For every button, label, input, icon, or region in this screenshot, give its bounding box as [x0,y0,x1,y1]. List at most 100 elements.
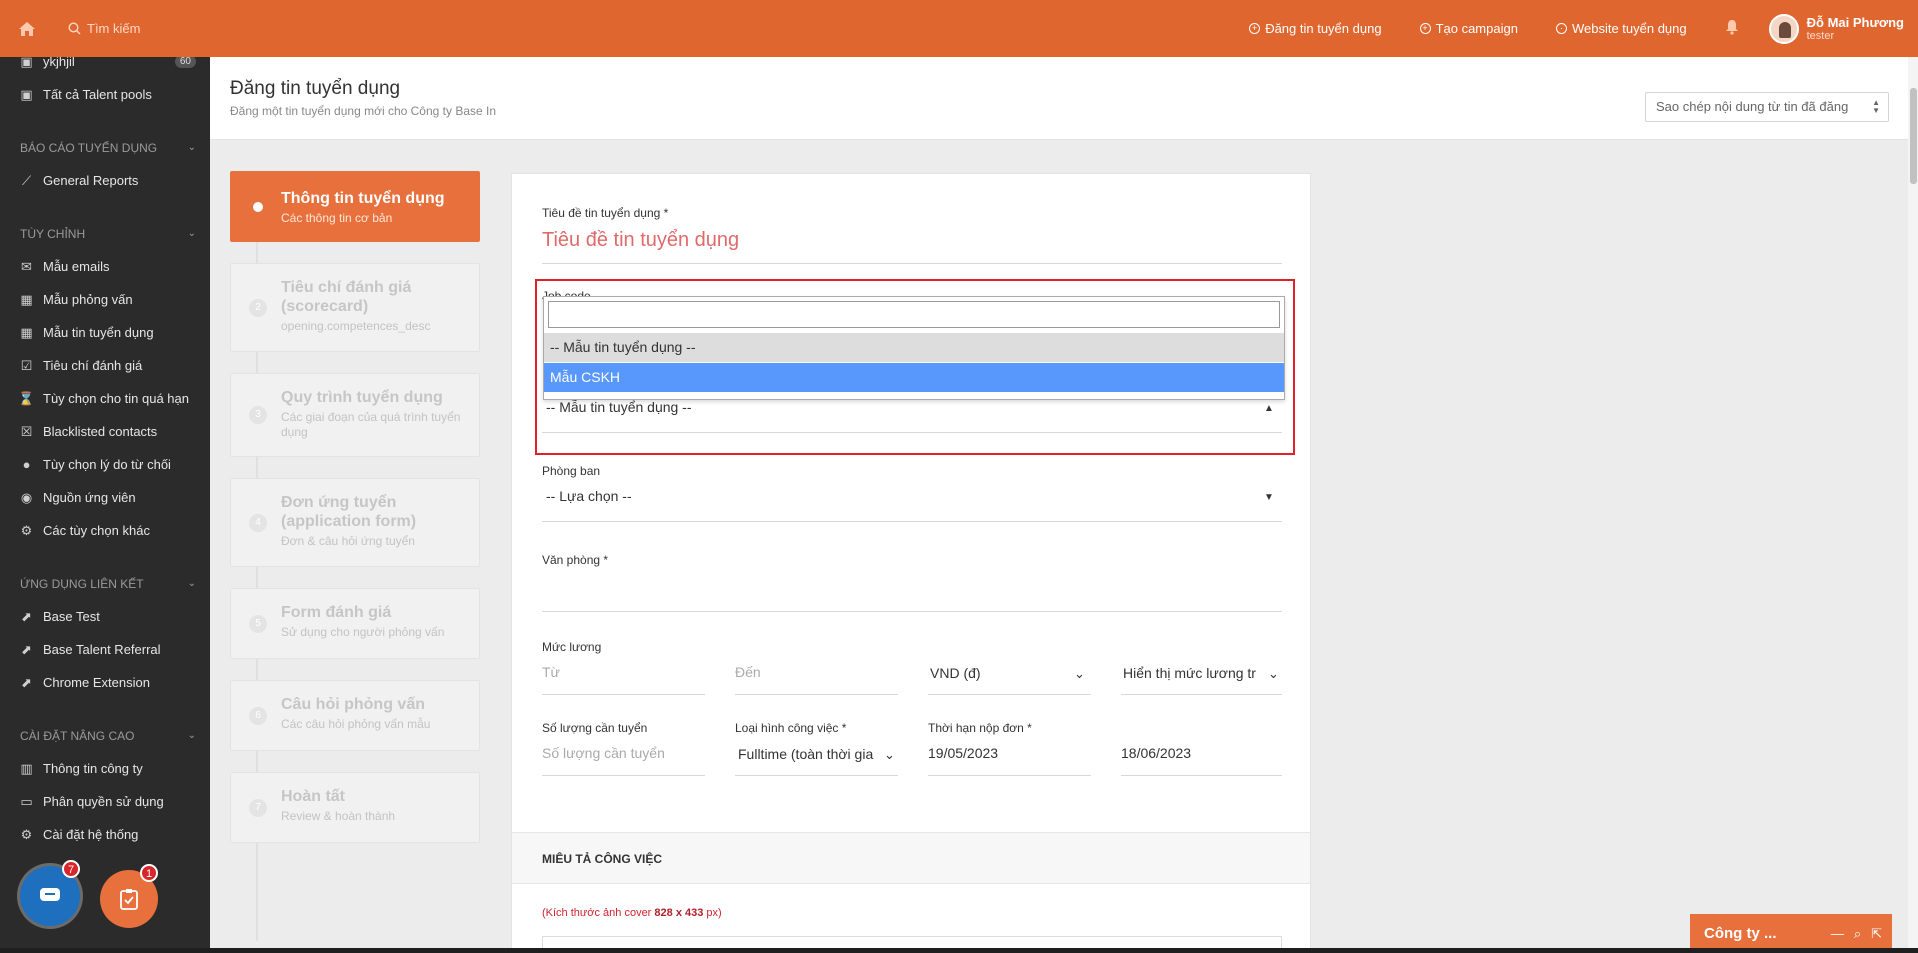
search-icon[interactable]: ⌕ [1854,926,1861,942]
sidebar-item-label: Phân quyền sử dụng [43,794,164,809]
sidebar-section-advanced[interactable]: CÀI ĐẶT NÂNG CAO ⌄ [0,719,210,752]
deadline-from-input[interactable]: 19/05/2023 [928,745,998,761]
section-title: CÀI ĐẶT NÂNG CAO [20,728,135,743]
sidebar-item-job-templates[interactable]: ▦ Mẫu tin tuyển dụng [0,316,210,349]
sidebar-item-chrome-extension[interactable]: ⬈ Chrome Extension [0,666,210,699]
job-title-input[interactable]: Tiêu đề tin tuyển dụng [542,229,739,252]
job-type-underline [735,775,898,776]
scrollbar-thumb[interactable] [1910,88,1917,184]
chevron-down-icon: ⌄ [884,747,895,762]
bottom-strip [0,948,1918,953]
avatar [1768,13,1799,44]
step-job-info[interactable]: Thông tin tuyển dụng Các thông tin cơ bả… [230,171,480,242]
search-box[interactable]: Tìm kiếm [68,21,140,36]
sidebar-item-email-templates[interactable]: ✉ Mẫu emails [0,250,210,283]
quantity-input[interactable]: Số lượng cần tuyển [542,745,665,761]
sidebar-item-blacklist[interactable]: ☒ Blacklisted contacts [0,415,210,448]
department-label: Phòng ban [542,464,601,478]
sidebar-item-label: Thông tin công ty [43,761,143,776]
sidebar-item-candidate-sources[interactable]: ◉ Nguồn ứng viên [0,481,210,514]
department-select[interactable]: -- Lựa chọn -- [546,488,632,504]
sidebar-item-talent-referral[interactable]: ⬈ Base Talent Referral [0,633,210,666]
cover-note-suffix: px) [703,907,722,919]
step-number: 6 [249,706,267,725]
sidebar-item-talent-pool[interactable]: ▣ ykjhjil 60 [0,57,210,78]
sidebar-item-criteria[interactable]: ☑ Tiêu chí đánh giá [0,349,210,382]
chat-fab[interactable]: 7 [20,860,80,926]
step-scorecard[interactable]: 2 Tiêu chí đánh giá (scorecard) opening.… [230,263,480,352]
copy-from-job-select[interactable]: Sao chép nội dung từ tin đã đăng ▲ ▼ [1645,92,1889,122]
career-site-link[interactable]: · Website tuyển dụng [1555,21,1687,36]
user-menu[interactable]: Đỗ Mai Phương tester [1768,13,1904,44]
post-job-link[interactable]: + Đăng tin tuyển dụng [1249,21,1382,36]
chevron-down-icon: ⌄ [187,578,196,589]
salary-to-underline [735,694,898,695]
bell-icon[interactable] [1725,19,1739,38]
person-icon: ▣ [20,57,33,69]
sidebar-item-company-info[interactable]: ▥ Thông tin công ty [0,752,210,785]
step-number: 3 [249,406,267,424]
quantity-label: Số lượng cần tuyển [542,721,648,735]
sidebar-item-reject-reasons[interactable]: ● Tùy chọn lý do từ chối [0,448,210,481]
create-campaign-link[interactable]: + Tạo campaign [1419,21,1518,36]
sidebar-item-label: Tất cả Talent pools [43,87,152,102]
salary-label: Mức lương [542,640,602,654]
step-desc: Các giai đoạn của quá trình tuyển dụng [281,410,461,439]
job-type-label: Loại hình công việc * [735,721,847,735]
user-name: Đỗ Mai Phương [1806,15,1904,30]
sidebar-section-reports[interactable]: BÁO CÁO TUYỂN DỤNG ⌄ [0,131,210,164]
page-scrollbar[interactable] [1908,57,1918,953]
popout-icon[interactable]: ⇱ [1871,926,1882,942]
salary-from-input[interactable]: Từ [542,664,560,680]
job-type-select[interactable]: Fulltime (toàn thời gia [738,746,883,762]
search-placeholder: Tìm kiếm [87,21,141,36]
sidebar-item-other-options[interactable]: ⚙ Các tùy chọn khác [0,514,210,547]
task-fab[interactable]: 1 [100,864,158,928]
calendar-icon: ▦ [20,291,33,307]
step-number: 7 [249,798,267,817]
sidebar-item-expired-options[interactable]: ⌛ Tùy chọn cho tin quá hạn [0,382,210,415]
step-finish[interactable]: 7 Hoàn tất Review & hoàn thành [230,772,480,843]
step-evaluation-form[interactable]: 5 Form đánh giá Sử dụng cho người phỏng … [230,588,480,659]
step-list: Thông tin tuyển dụng Các thông tin cơ bả… [230,171,480,941]
sidebar-item-label: Blacklisted contacts [43,424,158,439]
grid-icon: ▦ [20,324,33,340]
step-desc: opening.competences_desc [281,319,431,333]
minimize-icon[interactable]: — [1831,926,1844,942]
step-application-form[interactable]: 4 Đơn ứng tuyển (application form) Đơn &… [230,478,480,567]
deadline-to-input[interactable]: 18/06/2023 [1121,745,1191,761]
sidebar-item-label: General Reports [43,173,139,188]
salary-display-select[interactable]: Hiển thị mức lương tr [1123,665,1283,681]
step-title: Thông tin tuyển dụng [281,190,445,207]
sidebar-section-integrations[interactable]: ỨNG DỤNG LIÊN KẾT ⌄ [0,567,210,600]
job-description-section-title: MIÊU TẢ CÔNG VIỆC [512,832,1310,884]
cover-note-size: 828 x 433 [654,907,704,919]
salary-to-input[interactable]: Đến [735,664,761,680]
currency-select[interactable]: VND (đ) [930,665,981,681]
clipboard-check-icon [120,889,138,910]
step-desc: Sử dụng cho người phỏng vấn [281,625,445,639]
step-title: Đơn ứng tuyển (application form) [281,494,417,530]
sidebar-item-label: Cài đặt hệ thống [43,827,139,842]
sidebar-item-permissions[interactable]: ▭ Phân quyền sử dụng [0,785,210,818]
step-interview-questions[interactable]: 6 Câu hỏi phỏng vấn Các câu hỏi phỏng vấ… [230,680,480,751]
job-form-card: Tiêu đề tin tuyển dụng * Tiêu đề tin tuy… [511,173,1311,953]
step-desc: Đơn & câu hỏi ứng tuyển [281,534,415,548]
step-title: Hoàn tất [281,788,345,805]
count-badge: 60 [174,57,196,68]
sidebar-item-interview-templates[interactable]: ▦ Mẫu phỏng vấn [0,283,210,316]
career-site-label: Website tuyển dụng [1571,21,1687,36]
chat-count-badge: 7 [62,860,80,878]
folder-icon: ▭ [20,793,33,809]
office-label: Văn phòng * [542,553,609,567]
office-input[interactable] [542,611,1282,612]
step-process[interactable]: 3 Quy trình tuyển dụng Các giai đoạn của… [230,373,480,457]
home-icon[interactable] [0,0,54,57]
salary-display-underline [1121,694,1282,695]
step-desc: Các câu hỏi phỏng vấn mẫu [281,717,431,731]
sidebar-item-system-settings[interactable]: ⚙ Cài đặt hệ thống [0,818,210,851]
sidebar-item-all-talent-pools[interactable]: ▣ Tất cả Talent pools [0,78,210,111]
sidebar-item-general-reports[interactable]: ⟋ General Reports [0,164,210,197]
sidebar-item-base-test[interactable]: ⬈ Base Test [0,600,210,633]
sidebar-section-customize[interactable]: TÙY CHỈNH ⌄ [0,217,210,250]
